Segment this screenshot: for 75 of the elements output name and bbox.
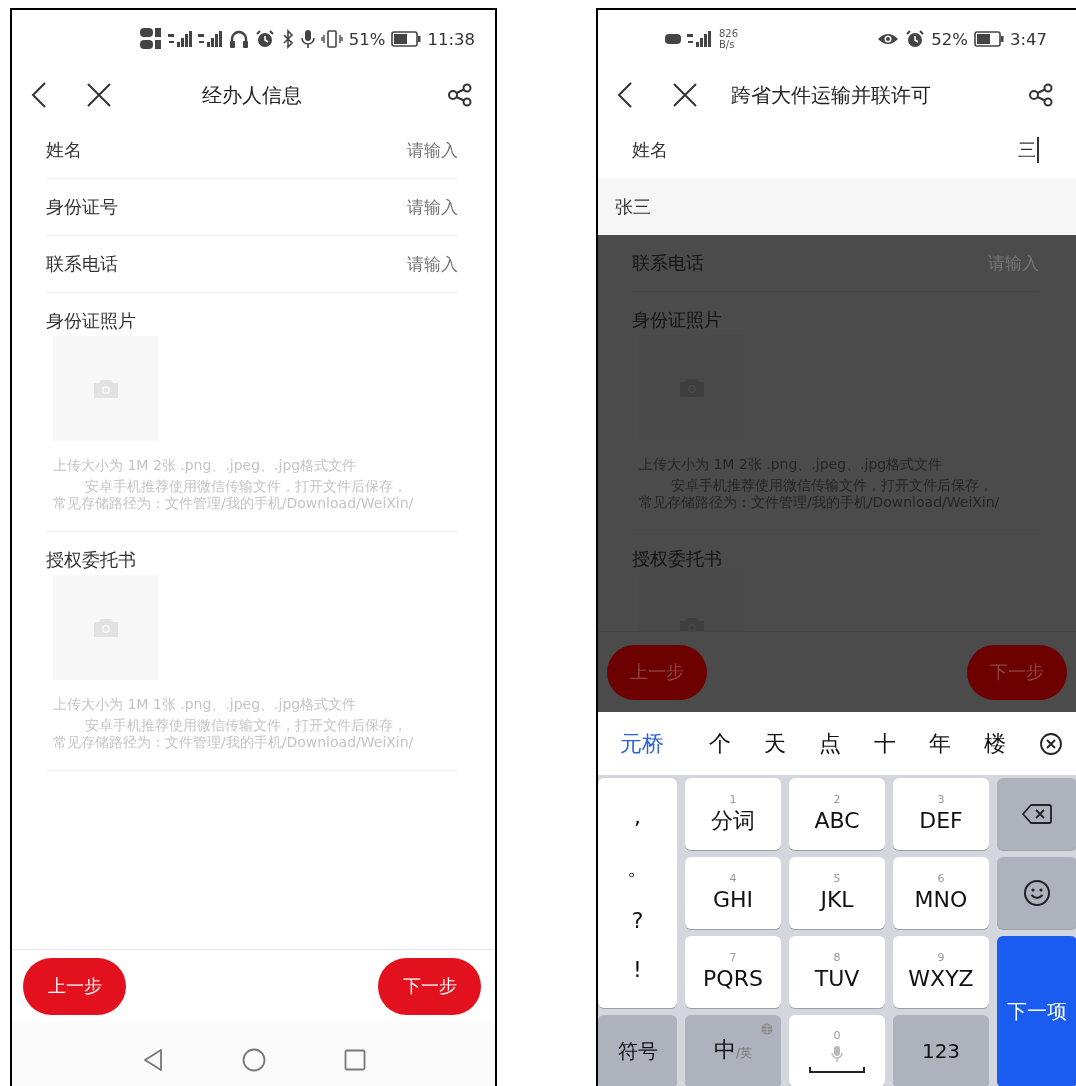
eye-icon bbox=[877, 31, 900, 47]
back-icon[interactable] bbox=[616, 81, 634, 109]
bluetooth-icon bbox=[280, 29, 295, 49]
recent-apps-icon[interactable] bbox=[343, 1049, 366, 1071]
globe-icon bbox=[761, 1023, 773, 1035]
backspace-key[interactable] bbox=[997, 778, 1076, 850]
candidate-word[interactable]: 点 bbox=[819, 728, 841, 759]
speed-unit: B/s bbox=[719, 39, 736, 50]
next-button[interactable]: 下一步 bbox=[378, 957, 481, 1015]
battery-percent: 51% bbox=[348, 29, 386, 49]
keyboard-key[interactable]: 符号 bbox=[598, 1015, 677, 1086]
candidate-word[interactable]: 天 bbox=[764, 728, 786, 759]
keyboard-key[interactable]: 5 JKL bbox=[789, 857, 885, 929]
clock: 3:47 bbox=[1009, 29, 1047, 49]
microphone-icon bbox=[831, 1044, 843, 1063]
signal-icon bbox=[168, 31, 192, 47]
punctuation-key[interactable]: ! bbox=[598, 956, 677, 982]
clock: 11:38 bbox=[427, 29, 475, 49]
language-key[interactable]: 中/英 bbox=[685, 1015, 781, 1086]
candidate-word[interactable]: 元桥 bbox=[620, 728, 664, 759]
keyboard-key[interactable]: 2 ABC bbox=[789, 778, 885, 850]
keyboard-key[interactable]: 8 TUV bbox=[789, 936, 885, 1008]
keyboard-key[interactable]: 3 DEF bbox=[893, 778, 989, 850]
headphones-icon bbox=[228, 29, 249, 49]
punctuation-key[interactable]: , bbox=[598, 804, 677, 830]
input-field[interactable]: 请输入 bbox=[365, 140, 458, 160]
keyboard-key[interactable]: 4 GHI bbox=[685, 857, 781, 929]
page-title: 经办人信息 bbox=[201, 81, 302, 109]
keyboard-key[interactable]: 1 分词 bbox=[685, 778, 781, 850]
keyboard-key[interactable]: 6 MNO bbox=[893, 857, 989, 929]
keyboard-key[interactable]: 7 PQRS bbox=[685, 936, 781, 1008]
field-label: 身份证号 bbox=[46, 195, 118, 219]
close-icon[interactable] bbox=[86, 82, 112, 108]
suggestion-item[interactable]: 张三 bbox=[598, 178, 1076, 235]
emoji-key[interactable] bbox=[997, 857, 1076, 929]
candidate-word[interactable]: 楼 bbox=[984, 728, 1006, 759]
battery-icon bbox=[973, 31, 1004, 47]
sim-card-icon bbox=[665, 33, 681, 45]
signal-icon bbox=[198, 31, 222, 47]
candidate-word[interactable]: 年 bbox=[929, 728, 951, 759]
close-icon[interactable] bbox=[1039, 731, 1063, 756]
vibrate-icon bbox=[320, 29, 343, 49]
emoji-icon bbox=[1023, 879, 1051, 907]
battery-percent: 52% bbox=[931, 29, 968, 49]
space-bar-icon bbox=[809, 1065, 865, 1074]
alarm-icon bbox=[254, 29, 275, 49]
signal-icon bbox=[687, 31, 711, 47]
field-label: 姓名 bbox=[632, 138, 668, 162]
field-label: 授权委托书 bbox=[46, 548, 137, 572]
next-field-key[interactable]: 下一项 bbox=[997, 936, 1076, 1086]
field-label: 姓名 bbox=[46, 138, 82, 162]
field-label: 身份证照片 bbox=[46, 309, 137, 333]
close-icon[interactable] bbox=[672, 82, 698, 108]
home-icon[interactable] bbox=[241, 1048, 266, 1072]
alarm-icon bbox=[905, 29, 926, 49]
punctuation-key[interactable]: 。 bbox=[598, 853, 677, 884]
input-field[interactable]: 请输入 bbox=[365, 254, 458, 274]
keyboard-key[interactable]: 9 WXYZ bbox=[893, 936, 989, 1008]
back-icon[interactable] bbox=[30, 81, 48, 109]
candidate-word[interactable]: 个 bbox=[709, 728, 731, 759]
field-label: 联系电话 bbox=[46, 252, 118, 276]
network-speed: 826 bbox=[719, 28, 739, 39]
input-field[interactable]: 请输入 bbox=[365, 197, 458, 217]
input-field[interactable]: 三 bbox=[1018, 137, 1039, 163]
candidate-word[interactable]: 十 bbox=[874, 728, 896, 759]
punctuation-key[interactable]: ? bbox=[598, 907, 677, 933]
keyboard-key[interactable]: 123 bbox=[893, 1015, 989, 1086]
page-title: 跨省大件运输并联许可 bbox=[731, 81, 932, 109]
share-icon[interactable] bbox=[447, 83, 473, 107]
backspace-icon bbox=[1022, 803, 1052, 825]
microphone-icon bbox=[300, 29, 315, 49]
share-icon[interactable] bbox=[1028, 83, 1054, 107]
previous-button[interactable]: 上一步 bbox=[23, 957, 126, 1015]
sim-card-icon bbox=[140, 27, 162, 51]
battery-icon bbox=[391, 31, 422, 47]
